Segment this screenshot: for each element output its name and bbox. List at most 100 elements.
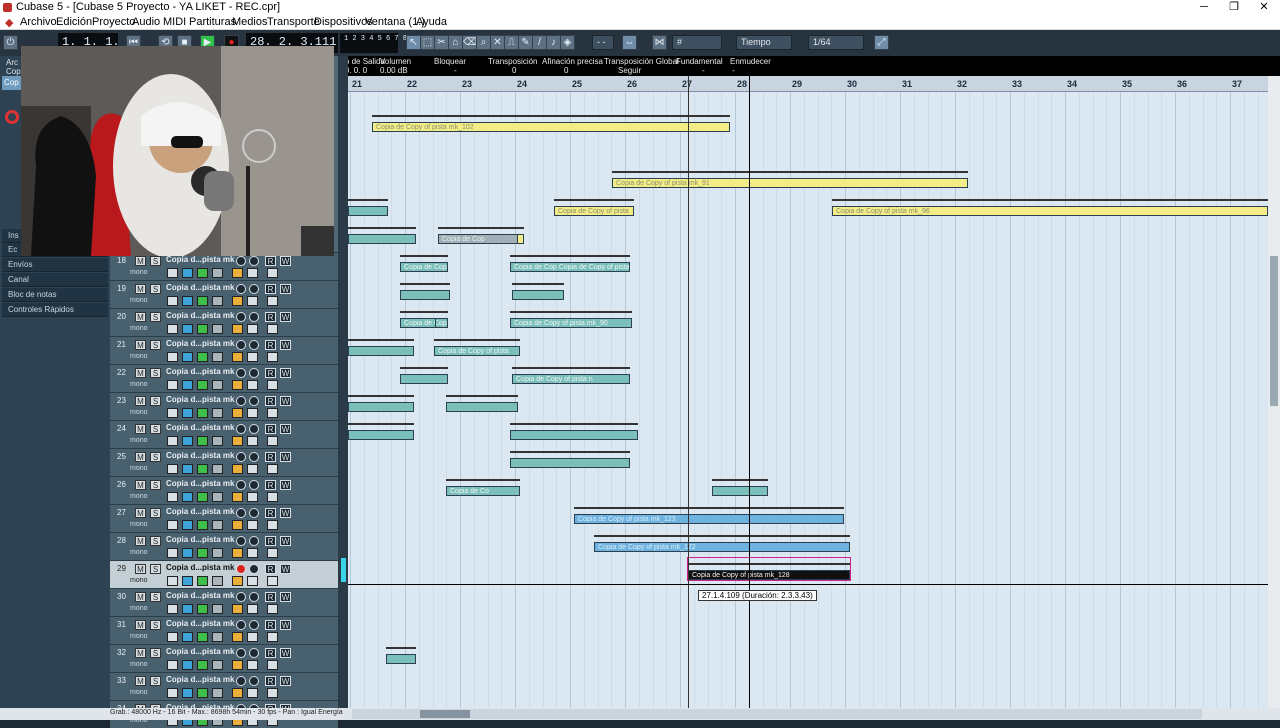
automation-expand-icon[interactable] [267, 324, 278, 334]
lane-icon[interactable] [197, 268, 208, 278]
record-enable-icon[interactable] [236, 536, 246, 546]
audio-event[interactable]: Copia de Copy of pista mk_123 [574, 502, 844, 524]
write-automation-button[interactable]: W [280, 340, 291, 350]
monitor-icon[interactable] [249, 284, 259, 294]
track-name[interactable]: Copia d...pista mk [166, 535, 236, 544]
minimize-button[interactable]: ─ [1188, 0, 1220, 15]
automation-expand-icon[interactable] [267, 688, 278, 698]
monitor-icon[interactable] [249, 452, 259, 462]
solo-button[interactable]: S [150, 312, 161, 322]
track-row[interactable]: 32 M S Copia d...pista mk R Wmono [110, 644, 338, 672]
vertical-scrollbar[interactable] [1268, 76, 1280, 708]
timebase-icon[interactable] [182, 632, 193, 642]
read-automation-button[interactable]: R [265, 312, 276, 322]
audio-event[interactable]: Copia de Copy of pista mk_96 [832, 194, 1268, 216]
mute-button[interactable]: M [135, 256, 146, 266]
freeze-icon[interactable] [212, 632, 223, 642]
automation-expand-icon[interactable] [267, 464, 278, 474]
edit-channel-icon[interactable] [167, 660, 178, 670]
menu-transporte[interactable]: Transporte [267, 16, 320, 28]
info-value-transpose[interactable]: 0 [512, 66, 516, 75]
folder-icon[interactable] [247, 436, 258, 446]
snap-icon[interactable]: ⋈ [652, 35, 667, 50]
lock-icon[interactable] [232, 296, 243, 306]
solo-button[interactable]: S [150, 480, 161, 490]
record-enable-icon[interactable] [236, 424, 246, 434]
automation-expand-icon[interactable] [267, 296, 278, 306]
timebase-icon[interactable] [182, 660, 193, 670]
monitor-icon[interactable] [249, 648, 259, 658]
object-selection-tool-icon[interactable]: ↖ [406, 35, 421, 50]
folder-icon[interactable] [247, 688, 258, 698]
color-tool-icon[interactable]: ◈ [560, 35, 575, 50]
timebase-icon[interactable] [182, 380, 193, 390]
mute-button[interactable]: M [135, 648, 146, 658]
edit-channel-icon[interactable] [167, 408, 178, 418]
timebase-icon[interactable] [182, 492, 193, 502]
read-automation-button[interactable]: R [265, 508, 276, 518]
record-enable-icon[interactable] [236, 620, 246, 630]
inspector-section-sends[interactable]: Envíos [2, 258, 108, 272]
audio-event[interactable] [446, 390, 518, 412]
folder-icon[interactable] [247, 492, 258, 502]
event-display[interactable]: Copia de Copy of pista mk_102 Copia de Co… [348, 92, 1268, 708]
freeze-icon[interactable] [212, 492, 223, 502]
lane-icon[interactable] [197, 688, 208, 698]
lane-icon[interactable] [197, 548, 208, 558]
menu-edicion[interactable]: Edición [56, 16, 92, 28]
audio-event[interactable]: Copia de Copy of pista mk_122 [594, 530, 850, 552]
record-enable-icon[interactable] [236, 564, 246, 574]
lane-icon[interactable] [197, 632, 208, 642]
solo-button[interactable]: S [150, 676, 161, 686]
glue-tool-icon[interactable]: ⌂ [448, 35, 463, 50]
audio-event[interactable] [348, 390, 414, 412]
mute-button[interactable]: M [135, 452, 146, 462]
lane-icon[interactable] [197, 660, 208, 670]
info-value-volume[interactable]: 0.00 dB [380, 66, 408, 75]
edit-channel-icon[interactable] [167, 464, 178, 474]
track-row[interactable]: 25 M S Copia d...pista mk R Wmono [110, 448, 338, 476]
track-row[interactable]: 21 M S Copia d...pista mk R Wmono [110, 336, 338, 364]
automation-expand-icon[interactable] [267, 520, 278, 530]
lock-icon[interactable] [232, 632, 243, 642]
record-enable-icon[interactable] [5, 110, 19, 124]
folder-icon[interactable] [247, 408, 258, 418]
track-row[interactable]: 29 M S Copia d...pista mk R Wmono [110, 560, 338, 588]
audio-event[interactable]: Copia de C [400, 306, 436, 328]
audio-event[interactable] [348, 334, 414, 356]
menu-partituras[interactable]: Partituras [189, 16, 236, 28]
write-automation-button[interactable]: W [280, 564, 291, 574]
write-automation-button[interactable]: W [280, 536, 291, 546]
lane-icon[interactable] [197, 604, 208, 614]
write-automation-button[interactable]: W [280, 480, 291, 490]
edit-channel-icon[interactable] [167, 352, 178, 362]
horizontal-scroll-thumb[interactable] [420, 710, 470, 718]
freeze-icon[interactable] [212, 604, 223, 614]
folder-icon[interactable] [247, 380, 258, 390]
inspector-section-notepad[interactable]: Bloc de notas [2, 288, 108, 302]
menu-proyecto[interactable]: Proyecto [92, 16, 135, 28]
folder-icon[interactable] [247, 520, 258, 530]
mute-button[interactable]: M [135, 676, 146, 686]
audio-event[interactable] [510, 446, 630, 468]
write-automation-button[interactable]: W [280, 312, 291, 322]
info-value-mute[interactable]: - [732, 66, 735, 75]
timebase-icon[interactable] [182, 520, 193, 530]
read-automation-button[interactable]: R [265, 396, 276, 406]
maximize-button[interactable]: ❐ [1218, 0, 1250, 15]
menu-ayuda[interactable]: Ayuda [416, 16, 447, 28]
mute-tool-icon[interactable]: ✕ [490, 35, 505, 50]
lane-icon[interactable] [197, 520, 208, 530]
autoscroll-icon[interactable]: ⇔ [622, 35, 637, 50]
track-row[interactable]: 18 M S Copia d...pista mk R Wmono [110, 252, 338, 280]
audio-event[interactable] [348, 222, 416, 244]
mute-button[interactable]: M [135, 368, 146, 378]
folder-icon[interactable] [247, 660, 258, 670]
track-name[interactable]: Copia d...pista mk [166, 563, 236, 572]
lock-icon[interactable] [232, 324, 243, 334]
mute-button[interactable]: M [135, 340, 146, 350]
folder-icon[interactable] [247, 576, 258, 586]
lock-icon[interactable] [232, 548, 243, 558]
edit-channel-icon[interactable] [167, 380, 178, 390]
menu-archivo[interactable]: Archivo [20, 16, 57, 28]
